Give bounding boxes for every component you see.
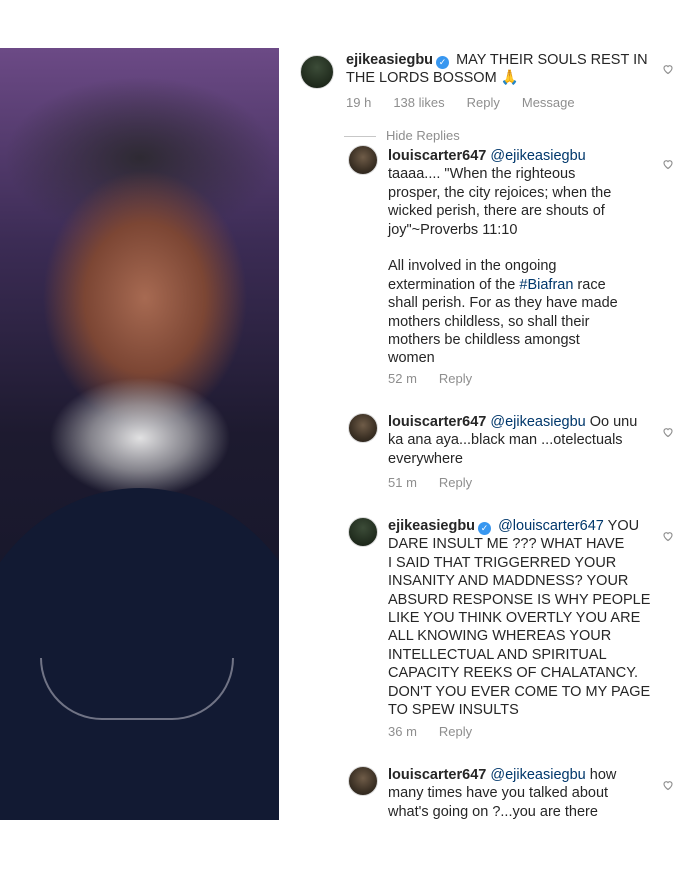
comment-meta: 36 m Reply [388, 724, 494, 739]
comment-text: louiscarter647 @ejikeasiegbu how many ti… [388, 766, 688, 821]
heart-icon[interactable] [662, 63, 674, 75]
comment-line: joy"~Proverbs 11:10 [388, 221, 518, 238]
comment-line: many times have you talked about [388, 785, 609, 802]
heart-icon[interactable] [662, 779, 674, 791]
comment-username[interactable]: louiscarter647 [388, 148, 486, 164]
comment-mention[interactable]: @ejikeasiegbu [490, 767, 585, 783]
hashtag-biafran[interactable]: #Biafran [519, 277, 573, 293]
heart-icon[interactable] [662, 426, 674, 438]
comment-username[interactable]: louiscarter647 [388, 414, 486, 430]
heart-icon[interactable] [662, 158, 674, 170]
avatar[interactable] [348, 517, 378, 547]
comment-line: ALL KNOWING WHEREAS YOUR [388, 628, 612, 645]
comment-mention[interactable]: @ejikeasiegbu [490, 414, 585, 430]
comment-time: 19 h [346, 95, 372, 110]
comment-line-part: YOU [607, 518, 640, 534]
verified-badge-icon: ✓ [436, 56, 450, 69]
comment-line-part: how [589, 767, 617, 783]
avatar[interactable] [348, 766, 378, 796]
comment-line: I SAID THAT TRIGGERRED YOUR [388, 554, 617, 571]
comment-line: DARE INSULT ME ??? WHAT HAVE [388, 536, 625, 553]
reply-button[interactable]: Reply [439, 475, 472, 490]
comment-likes[interactable]: 138 likes [393, 95, 444, 110]
verified-badge-icon: ✓ [478, 522, 492, 535]
comment-meta: 19 h 138 likes Reply Message [346, 95, 597, 110]
heart-icon[interactable] [662, 530, 674, 542]
comment-line: women [388, 350, 435, 367]
comment-line-part: Oo unu [589, 414, 638, 430]
photo-shoulders [0, 488, 279, 820]
avatar[interactable] [348, 413, 378, 443]
comment-line: prosper, the city rejoices; when the [388, 184, 612, 201]
comment-line-part: extermination of the [388, 276, 520, 293]
comment-username[interactable]: ejikeasiegbu [346, 52, 433, 68]
comment-username[interactable]: ejikeasiegbu [388, 518, 475, 534]
comment-time: 51 m [388, 475, 417, 490]
comment-line: MAY THEIR SOULS REST IN [456, 52, 648, 68]
comment-text: ejikeasiegbu ✓ MAY THEIR SOULS REST IN TH… [346, 51, 666, 88]
comment-line: INTELLECTUAL AND SPIRITUAL [388, 646, 607, 663]
reply-button[interactable]: Reply [439, 724, 472, 739]
reply-button[interactable]: Reply [467, 95, 500, 110]
comment-line: TO SPEW INSULTS [388, 702, 519, 719]
comment-text: ejikeasiegbu ✓ @louiscarter647 YOU DARE I… [388, 517, 688, 719]
comment-meta: 51 m Reply [388, 475, 494, 490]
comment-time: 36 m [388, 724, 417, 739]
comment-line: shall perish. For as they have made [388, 295, 618, 312]
comment-meta: 52 m Reply [388, 371, 494, 386]
comment-line: LIKE YOU THINK OVERTLY YOU ARE [388, 610, 641, 627]
comment-line: INSANITY AND MADDNESS? YOUR [388, 573, 629, 590]
comment-line: All involved in the ongoing [388, 258, 557, 275]
hide-replies-label[interactable]: Hide Replies [386, 128, 460, 143]
comment-line-part: race [573, 276, 606, 293]
comment-line: mothers childless, so shall their [388, 313, 590, 330]
comment-time: 52 m [388, 371, 417, 386]
comment-line: taaaa.... "When the righteous [388, 166, 576, 183]
comment-thread: ejikeasiegbu ✓ MAY THEIR SOULS REST IN TH… [300, 0, 696, 870]
comment-line: mothers be childless amongst [388, 332, 580, 349]
divider-line [344, 136, 376, 138]
avatar[interactable] [300, 55, 334, 89]
comment-line: ka ana aya...black man ...otelectuals [388, 432, 623, 449]
comment-line: what's going on ?...you are there [388, 803, 598, 820]
comment-line: DON'T YOU EVER COME TO MY PAGE [388, 683, 651, 700]
comment-line: wicked perish, there are shouts of [388, 203, 605, 220]
hide-replies-toggle[interactable]: Hide Replies [344, 128, 460, 143]
comment-text: louiscarter647 @ejikeasiegbu Oo unu ka a… [388, 413, 688, 468]
comment-username[interactable]: louiscarter647 [388, 767, 486, 783]
comment-line: everywhere [388, 450, 463, 467]
comment-line: CAPACITY REEKS OF CHALATANCY. [388, 665, 639, 682]
comment-mention[interactable]: @louiscarter647 [498, 518, 604, 534]
comment-line: THE LORDS BOSSOM 🙏 [346, 70, 519, 87]
comment-mention[interactable]: @ejikeasiegbu [490, 148, 585, 164]
comment-text: louiscarter647 @ejikeasiegbu taaaa.... "… [388, 147, 688, 368]
message-button[interactable]: Message [522, 95, 575, 110]
reply-button[interactable]: Reply [439, 371, 472, 386]
profile-photo [0, 48, 279, 820]
comment-line: ABSURD RESPONSE IS WHY PEOPLE [388, 591, 651, 608]
avatar[interactable] [348, 145, 378, 175]
